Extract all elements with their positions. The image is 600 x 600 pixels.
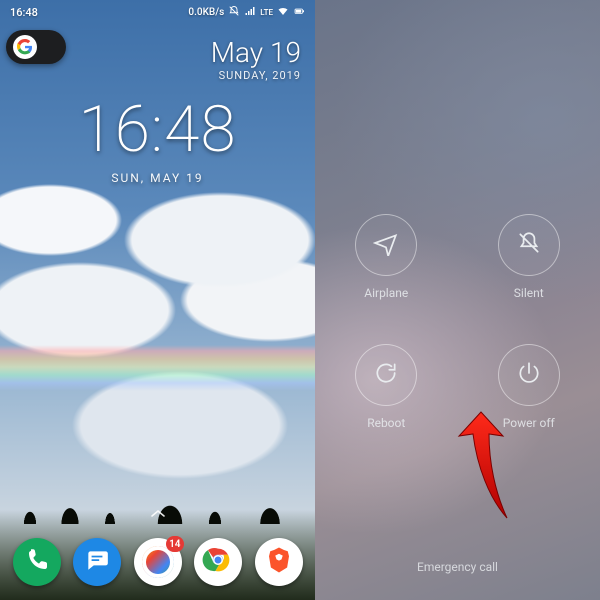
homescreen: 16:48 0.0KB/s LTE: [0, 0, 315, 600]
status-time: 16:48: [10, 6, 38, 19]
emergency-call-link[interactable]: Emergency call: [315, 560, 600, 574]
google-search-pill[interactable]: [6, 30, 66, 64]
airplane-label: Airplane: [364, 286, 408, 300]
chrome-app[interactable]: [194, 538, 242, 586]
messages-app[interactable]: [73, 538, 121, 586]
airplane-mode-button[interactable]: Airplane: [355, 214, 417, 300]
clock-time: 16:48: [0, 92, 315, 167]
status-net-speed: 0.0KB/s: [188, 7, 224, 18]
reboot-label: Reboot: [367, 416, 405, 430]
power-off-button[interactable]: Power off: [498, 344, 560, 430]
dock: 14: [0, 538, 315, 586]
power-off-label: Power off: [503, 416, 555, 430]
google-apps-folder[interactable]: 14: [134, 538, 182, 586]
date-widget-line1: May 19: [211, 36, 301, 69]
google-icon: [13, 35, 37, 59]
app-drawer-caret[interactable]: [0, 506, 315, 522]
chrome-icon: [201, 543, 235, 581]
signal-icon: [244, 5, 256, 20]
power-icon: [516, 360, 542, 390]
clock-date: SUN, MAY 19: [0, 171, 315, 185]
messages-icon: [84, 547, 110, 577]
silent-button[interactable]: Silent: [498, 214, 560, 300]
phone-app[interactable]: [13, 538, 61, 586]
brave-app[interactable]: [255, 538, 303, 586]
brave-icon: [264, 545, 294, 579]
reboot-icon: [373, 360, 399, 390]
clock-widget[interactable]: 16:48 SUN, MAY 19: [0, 92, 315, 185]
date-widget-line2: SUNDAY, 2019: [211, 69, 301, 82]
date-widget[interactable]: May 19 SUNDAY, 2019: [211, 36, 301, 82]
phone-icon: [25, 548, 49, 576]
dnd-icon: [228, 5, 240, 20]
silent-icon: [516, 230, 542, 260]
lte-label: LTE: [260, 8, 273, 17]
wifi-icon: [277, 5, 289, 20]
reboot-button[interactable]: Reboot: [355, 344, 417, 430]
notification-badge: 14: [166, 536, 183, 552]
silent-label: Silent: [514, 286, 544, 300]
battery-icon: [293, 5, 305, 20]
folder-stack-icon: [142, 546, 174, 578]
airplane-icon: [373, 230, 399, 260]
power-menu: Airplane Silent Reboot Power off: [315, 0, 600, 600]
status-bar: 16:48 0.0KB/s LTE: [0, 0, 315, 24]
